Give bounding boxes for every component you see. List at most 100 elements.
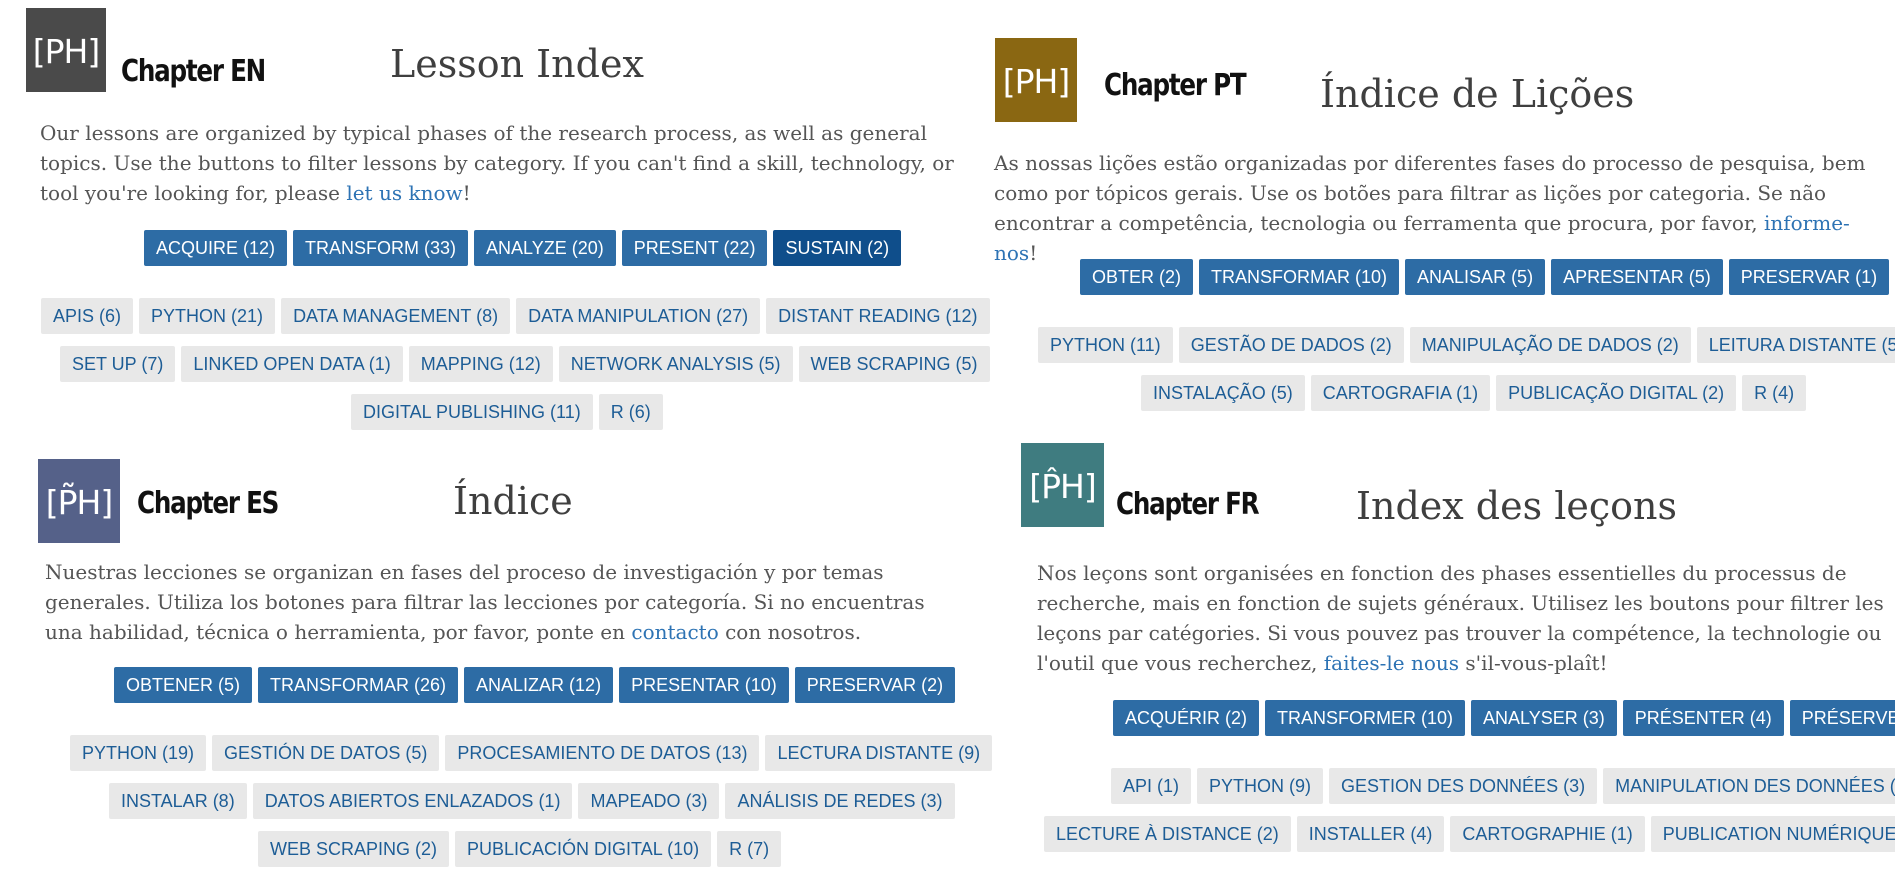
topic-filter-row-en-3: DIGITAL PUBLISHING (11) R (6): [351, 394, 663, 430]
topic-button-web-scraping[interactable]: WEB SCRAPING (5): [798, 346, 990, 382]
intro-text-en-end: !: [462, 181, 471, 205]
intro-text-pt: As nossas lições estão organizadas por d…: [994, 148, 1874, 268]
topic-button-analisis-de-redes[interactable]: ANÁLISIS DE REDES (3): [725, 783, 955, 819]
topic-button-cartografia-pt[interactable]: CARTOGRAFIA (1): [1310, 375, 1491, 411]
phase-filter-row-fr: ACQUÉRIR (2) TRANSFORMER (10) ANALYSER (…: [1113, 700, 1895, 736]
intro-text-pt-end: !: [1029, 241, 1038, 265]
filter-button-analyser[interactable]: ANALYSER (3): [1471, 700, 1617, 736]
lesson-index-title-fr: Index des leçons: [1356, 484, 1677, 528]
programming-historian-logo-pt: [PH]: [995, 38, 1077, 122]
intro-text-es-end: con nosotros.: [718, 620, 862, 644]
contact-link-en[interactable]: let us know: [346, 181, 462, 205]
topic-button-network-analysis[interactable]: NETWORK ANALYSIS (5): [558, 346, 793, 382]
topic-filter-row-fr-1: API (1) PYTHON (9) GESTION DES DONNÉES (…: [1111, 768, 1895, 804]
logo-text-en: [PH]: [32, 31, 100, 71]
filter-button-transformer[interactable]: TRANSFORMER (10): [1265, 700, 1466, 736]
topic-button-python[interactable]: PYTHON (21): [139, 298, 276, 334]
filter-button-transformar-es[interactable]: TRANSFORMAR (26): [258, 667, 459, 703]
programming-historian-logo-en: [PH]: [26, 8, 106, 92]
topic-filter-row-fr-2: LECTURE À DISTANCE (2) INSTALLER (4) CAR…: [1044, 816, 1895, 852]
topic-button-r-pt[interactable]: R (4): [1742, 375, 1807, 411]
topic-button-data-manipulation[interactable]: DATA MANIPULATION (27): [516, 298, 761, 334]
filter-button-presenter[interactable]: PRÉSENTER (4): [1622, 700, 1784, 736]
phase-filter-row-en: ACQUIRE (12) TRANSFORM (33) ANALYZE (20)…: [144, 230, 902, 266]
filter-button-sustain[interactable]: SUSTAIN (2): [773, 230, 902, 266]
topic-button-publication-numerique[interactable]: PUBLICATION NUMÉRIQUE (2): [1650, 816, 1895, 852]
topic-button-mapping[interactable]: MAPPING (12): [408, 346, 553, 382]
topic-button-lectura-distante[interactable]: LECTURA DISTANTE (9): [765, 735, 993, 771]
logo-text-es: [P͂H]: [45, 482, 113, 522]
topic-filter-row-es-3: WEB SCRAPING (2) PUBLICACIÓN DIGITAL (10…: [258, 831, 782, 867]
programming-historian-logo-es: [P͂H]: [38, 459, 120, 543]
topic-button-python-es[interactable]: PYTHON (19): [70, 735, 207, 771]
topic-button-gestion-de-datos[interactable]: GESTIÓN DE DATOS (5): [212, 735, 440, 771]
phase-filter-row-pt: OBTER (2) TRANSFORMAR (10) ANALISAR (5) …: [1080, 259, 1890, 295]
topic-button-r[interactable]: R (6): [598, 394, 663, 430]
filter-button-analyze[interactable]: ANALYZE (20): [474, 230, 616, 266]
topic-button-instalacao[interactable]: INSTALAÇÃO (5): [1141, 375, 1305, 411]
topic-filter-row-en-2: SET UP (7) LINKED OPEN DATA (1) MAPPING …: [60, 346, 990, 382]
topic-button-web-scraping-es[interactable]: WEB SCRAPING (2): [258, 831, 450, 867]
filter-button-apresentar[interactable]: APRESENTAR (5): [1551, 259, 1723, 295]
topic-button-r-es[interactable]: R (7): [717, 831, 782, 867]
lesson-index-title-es: Índice: [453, 479, 573, 523]
topic-button-gestao-de-dados[interactable]: GESTÃO DE DADOS (2): [1178, 327, 1404, 363]
topic-button-manipulation-des-donnees[interactable]: MANIPULATION DES DONNÉES (6): [1603, 768, 1895, 804]
chapter-fr-label: Chapter FR: [1116, 487, 1260, 522]
topic-button-publicacao-digital[interactable]: PUBLICAÇÃO DIGITAL (2): [1496, 375, 1737, 411]
topic-filter-row-pt-1: PYTHON (11) GESTÃO DE DADOS (2) MANIPULA…: [1038, 327, 1895, 363]
topic-button-procesamiento-de-datos[interactable]: PROCESAMIENTO DE DATOS (13): [445, 735, 760, 771]
topic-button-gestion-des-donnees[interactable]: GESTION DES DONNÉES (3): [1329, 768, 1598, 804]
topic-button-lecture-a-distance[interactable]: LECTURE À DISTANCE (2): [1044, 816, 1291, 852]
contact-link-es[interactable]: contacto: [631, 620, 718, 644]
filter-button-preservar-es[interactable]: PRESERVAR (2): [794, 667, 956, 703]
topic-button-data-management[interactable]: DATA MANAGEMENT (8): [281, 298, 511, 334]
intro-text-es: Nuestras lecciones se organizan en fases…: [45, 557, 960, 647]
topic-button-manipulacao-de-dados[interactable]: MANIPULAÇÃO DE DADOS (2): [1409, 327, 1691, 363]
logo-text-fr: [P̂H]: [1029, 466, 1096, 506]
topic-filter-row-es-1: PYTHON (19) GESTIÓN DE DATOS (5) PROCESA…: [70, 735, 993, 771]
contact-link-fr[interactable]: faites-le nous: [1324, 651, 1459, 675]
topic-button-set-up[interactable]: SET UP (7): [60, 346, 176, 382]
chapter-es-label: Chapter ES: [137, 486, 279, 521]
filter-button-obtener[interactable]: OBTENER (5): [114, 667, 253, 703]
intro-text-en-main: Our lessons are organized by typical pha…: [40, 121, 954, 205]
topic-button-digital-publishing[interactable]: DIGITAL PUBLISHING (11): [351, 394, 593, 430]
topic-button-apis[interactable]: APIS (6): [41, 298, 134, 334]
filter-button-present[interactable]: PRESENT (22): [621, 230, 768, 266]
topic-button-cartographie[interactable]: CARTOGRAPHIE (1): [1450, 816, 1645, 852]
filter-button-preservar-pt[interactable]: PRESERVAR (1): [1728, 259, 1890, 295]
chapter-en-label: Chapter EN: [121, 54, 266, 89]
topic-filter-row-en-1: APIS (6) PYTHON (21) DATA MANAGEMENT (8)…: [41, 298, 990, 334]
topic-button-linked-open-data[interactable]: LINKED OPEN DATA (1): [181, 346, 403, 382]
filter-button-transform[interactable]: TRANSFORM (33): [293, 230, 469, 266]
topic-button-distant-reading[interactable]: DISTANT READING (12): [766, 298, 990, 334]
topic-button-leitura-distante[interactable]: LEITURA DISTANTE (5): [1696, 327, 1895, 363]
intro-text-fr: Nos leçons sont organisées en fonction d…: [1037, 558, 1895, 678]
filter-button-obter[interactable]: OBTER (2): [1080, 259, 1194, 295]
intro-text-fr-end: s'il-vous-plaît!: [1459, 651, 1608, 675]
topic-button-datos-abiertos-enlazados[interactable]: DATOS ABIERTOS ENLAZADOS (1): [252, 783, 573, 819]
topic-button-installer[interactable]: INSTALLER (4): [1296, 816, 1445, 852]
filter-button-acquerir[interactable]: ACQUÉRIR (2): [1113, 700, 1260, 736]
intro-text-pt-main: As nossas lições estão organizadas por d…: [994, 151, 1866, 235]
intro-text-en: Our lessons are organized by typical pha…: [40, 118, 965, 208]
filter-button-presentar[interactable]: PRESENTAR (10): [619, 667, 789, 703]
topic-button-instalar[interactable]: INSTALAR (8): [109, 783, 247, 819]
logo-text-pt: [PH]: [1002, 61, 1070, 101]
filter-button-acquire[interactable]: ACQUIRE (12): [144, 230, 288, 266]
lesson-index-title-en: Lesson Index: [390, 42, 644, 86]
lesson-index-title-pt: Índice de Lições: [1320, 72, 1635, 116]
phase-filter-row-es: OBTENER (5) TRANSFORMAR (26) ANALIZAR (1…: [114, 667, 956, 703]
filter-button-transformar-pt[interactable]: TRANSFORMAR (10): [1199, 259, 1400, 295]
topic-button-python-pt[interactable]: PYTHON (11): [1038, 327, 1173, 363]
topic-button-publicacion-digital[interactable]: PUBLICACIÓN DIGITAL (10): [455, 831, 712, 867]
filter-button-analisar[interactable]: ANALISAR (5): [1405, 259, 1546, 295]
topic-filter-row-es-2: INSTALAR (8) DATOS ABIERTOS ENLAZADOS (1…: [109, 783, 955, 819]
topic-button-api[interactable]: API (1): [1111, 768, 1192, 804]
topic-filter-row-pt-2: INSTALAÇÃO (5) CARTOGRAFIA (1) PUBLICAÇÃ…: [1141, 375, 1807, 411]
filter-button-preserver[interactable]: PRÉSERVER (2): [1789, 700, 1895, 736]
topic-button-python-fr[interactable]: PYTHON (9): [1197, 768, 1324, 804]
topic-button-mapeado[interactable]: MAPEADO (3): [578, 783, 720, 819]
filter-button-analizar[interactable]: ANALIZAR (12): [464, 667, 614, 703]
